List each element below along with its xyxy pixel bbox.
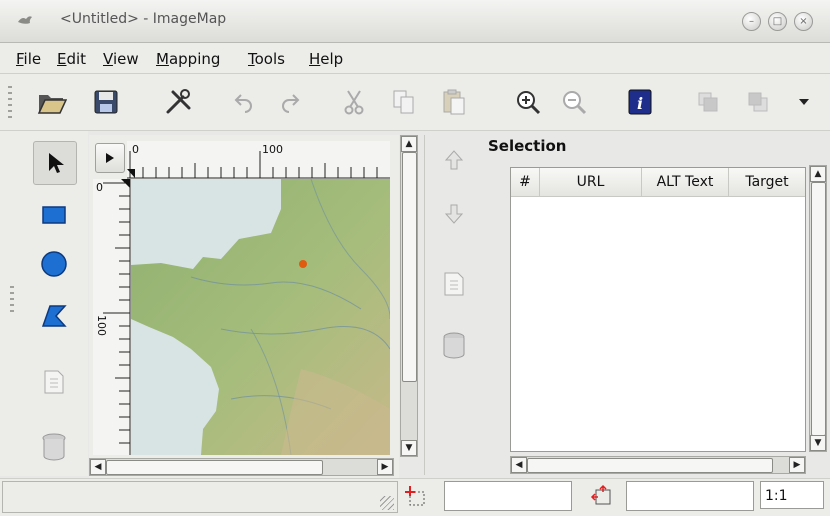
ruler-ticks-top xyxy=(127,151,390,179)
move-up-icon[interactable] xyxy=(440,146,468,174)
tool-grip[interactable] xyxy=(10,286,14,312)
circle-icon[interactable] xyxy=(33,243,75,285)
info-icon[interactable]: i xyxy=(622,84,658,120)
table-horizontal-scrollbar[interactable]: ◀ ▶ xyxy=(510,456,806,474)
zoom-in-icon[interactable] xyxy=(510,84,546,120)
save-icon[interactable] xyxy=(88,84,124,120)
polygon-icon[interactable] xyxy=(33,295,75,337)
ruler-top-label-0: 0 xyxy=(132,143,139,156)
cut-icon[interactable] xyxy=(336,84,372,120)
ruler-left-label-0: 0 xyxy=(96,181,103,194)
menu-tools[interactable]: Tools xyxy=(248,50,285,68)
column-header-url[interactable]: URL xyxy=(540,168,642,197)
dimension-field xyxy=(626,481,754,511)
resize-grip-icon[interactable] xyxy=(380,496,394,510)
horizontal-ruler: 0 100 xyxy=(127,141,390,179)
selected-point-marker xyxy=(299,260,307,268)
scroll-up-icon[interactable]: ▲ xyxy=(401,136,417,152)
zoom-out-icon[interactable] xyxy=(556,84,592,120)
toolbar-grip[interactable] xyxy=(8,86,12,118)
table-scroll-thumb-vertical[interactable] xyxy=(811,182,826,436)
table-vertical-scrollbar[interactable]: ▲ ▼ xyxy=(809,165,827,452)
menu-bar: File Edit View Mapping Tools Help xyxy=(0,43,830,74)
scroll-down-icon[interactable]: ▼ xyxy=(401,440,417,456)
canvas-vertical-scrollbar[interactable]: ▲ ▼ xyxy=(400,135,418,457)
pane-splitter[interactable] xyxy=(424,135,425,475)
delete-selected-icon[interactable] xyxy=(440,332,468,360)
edit-selected-icon[interactable] xyxy=(440,270,468,298)
open-icon[interactable] xyxy=(34,84,70,120)
delete-icon[interactable] xyxy=(33,426,75,468)
dimension-icon xyxy=(590,484,616,508)
column-header-alt-text[interactable]: ALT Text xyxy=(642,168,729,197)
coordinates-field xyxy=(444,481,572,511)
overflow-arrow-icon[interactable] xyxy=(792,84,816,120)
france-map xyxy=(131,179,390,455)
preferences-icon[interactable] xyxy=(160,84,196,120)
menu-help[interactable]: Help xyxy=(309,50,343,68)
status-message-area xyxy=(2,481,398,513)
minimize-icon[interactable]: – xyxy=(742,12,761,31)
scroll-left-icon[interactable]: ◀ xyxy=(90,459,106,475)
title-bar: <Untitled> - ImageMap – □ × xyxy=(0,0,830,43)
paste-icon[interactable] xyxy=(436,84,472,120)
column-header-target[interactable]: Target xyxy=(729,168,805,197)
table-scroll-up-icon[interactable]: ▲ xyxy=(810,166,826,182)
menu-edit[interactable]: Edit xyxy=(57,50,86,68)
scroll-thumb-horizontal[interactable] xyxy=(106,460,323,475)
map-image[interactable] xyxy=(131,179,390,455)
scroll-right-icon[interactable]: ▶ xyxy=(377,459,393,475)
menu-file[interactable]: File xyxy=(16,50,41,68)
column-header-number[interactable]: # xyxy=(511,168,540,197)
undo-icon[interactable] xyxy=(226,84,262,120)
selection-title: Selection xyxy=(488,137,567,155)
close-icon[interactable]: × xyxy=(794,12,813,31)
arrow-icon[interactable] xyxy=(33,141,77,185)
app-icon xyxy=(18,16,32,24)
menu-mapping[interactable]: Mapping xyxy=(156,50,220,68)
edit-area-icon[interactable] xyxy=(33,361,75,403)
bring-to-front-icon[interactable] xyxy=(690,84,726,120)
scroll-thumb-vertical[interactable] xyxy=(402,152,417,382)
table-scroll-down-icon[interactable]: ▼ xyxy=(810,435,826,451)
coordinates-icon xyxy=(404,484,430,508)
maximize-icon[interactable]: □ xyxy=(768,12,787,31)
ruler-top-label-100: 100 xyxy=(262,143,283,156)
redo-icon[interactable] xyxy=(272,84,308,120)
zoom-field: 1:1 xyxy=(760,481,824,509)
rectangle-icon[interactable] xyxy=(33,194,75,236)
toolbar: i xyxy=(0,74,830,131)
canvas-horizontal-scrollbar[interactable]: ◀ ▶ xyxy=(89,458,394,476)
send-to-back-icon[interactable] xyxy=(740,84,776,120)
menu-view[interactable]: View xyxy=(103,50,139,68)
copy-icon[interactable] xyxy=(386,84,422,120)
image-canvas-area: 0 100 0 100 ▲ ▼ ◀ ▶ xyxy=(89,135,418,478)
ruler-left-label-100: 100 xyxy=(95,315,108,336)
table-scroll-thumb-horizontal[interactable] xyxy=(527,458,773,473)
move-down-icon[interactable] xyxy=(440,200,468,228)
table-scroll-right-icon[interactable]: ▶ xyxy=(789,457,805,473)
ruler-corner-button[interactable] xyxy=(95,143,125,173)
tool-panel xyxy=(0,131,88,476)
window-title: <Untitled> - ImageMap xyxy=(60,11,227,27)
vertical-ruler: 0 100 xyxy=(93,179,131,455)
selection-table[interactable]: # URL ALT Text Target xyxy=(510,167,806,452)
table-scroll-left-icon[interactable]: ◀ xyxy=(511,457,527,473)
svg-text:i: i xyxy=(637,94,643,113)
